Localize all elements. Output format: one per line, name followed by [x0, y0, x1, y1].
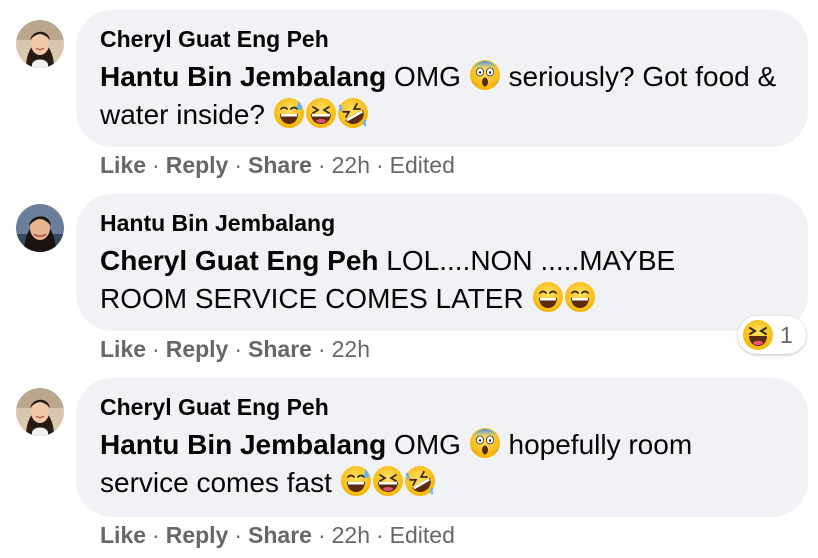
avatar[interactable] — [16, 204, 64, 252]
timestamp[interactable]: 22h — [332, 152, 370, 178]
reaction-summary[interactable]: 1 — [738, 316, 806, 354]
share-button[interactable]: Share — [248, 336, 312, 362]
rolling-laughing-icon — [337, 97, 369, 129]
grinning-squint-icon — [372, 465, 404, 497]
mention-link[interactable]: Hantu Bin Jembalang — [100, 61, 386, 92]
timestamp[interactable]: 22h — [332, 336, 370, 362]
grinning-sweat-icon — [340, 465, 372, 497]
grinning-squint-icon — [305, 97, 337, 129]
grinning-smile-icon — [564, 281, 596, 313]
comment-author[interactable]: Cheryl Guat Eng Peh — [100, 24, 780, 54]
like-button[interactable]: Like — [100, 336, 146, 362]
reply-button[interactable]: Reply — [166, 152, 229, 178]
screaming-face-icon — [469, 427, 501, 459]
avatar[interactable] — [16, 388, 64, 436]
comment-text-part: LOL....NON .....MAYBE — [386, 245, 676, 276]
edited-label[interactable]: Edited — [390, 522, 455, 548]
reaction-count: 1 — [780, 321, 793, 348]
reply-button[interactable]: Reply — [166, 336, 229, 362]
rolling-laughing-icon — [404, 465, 436, 497]
comment-author[interactable]: Hantu Bin Jembalang — [100, 208, 780, 238]
mention-link[interactable]: Cheryl Guat Eng Peh — [100, 245, 379, 276]
edited-label[interactable]: Edited — [390, 152, 455, 178]
comment-bubble: Cheryl Guat Eng Peh Hantu Bin Jembalang … — [76, 378, 808, 517]
comment-bubble: Cheryl Guat Eng Peh Hantu Bin Jembalang … — [76, 10, 808, 147]
comment-text-part: OMG — [394, 61, 461, 92]
comment-text-part: ROOM SERVICE COMES LATER — [100, 283, 524, 314]
mention-link[interactable]: Hantu Bin Jembalang — [100, 429, 386, 460]
avatar[interactable] — [16, 20, 64, 68]
screaming-face-icon — [469, 59, 501, 91]
comment-actions: Like · Reply · Share · 22h · Edited — [100, 522, 455, 548]
comment-text: Hantu Bin Jembalang OMG hopefully room s… — [100, 426, 780, 502]
reply-button[interactable]: Reply — [166, 522, 229, 548]
share-button[interactable]: Share — [248, 522, 312, 548]
haha-reaction-icon — [742, 319, 774, 351]
like-button[interactable]: Like — [100, 522, 146, 548]
comment-text-part: OMG — [394, 429, 461, 460]
grinning-smile-icon — [532, 281, 564, 313]
comment-author[interactable]: Cheryl Guat Eng Peh — [100, 392, 780, 422]
like-button[interactable]: Like — [100, 152, 146, 178]
comment-actions: Like · Reply · Share · 22h · Edited — [100, 152, 455, 178]
comment-text: Hantu Bin Jembalang OMG seriously? Got f… — [100, 58, 780, 134]
comment-actions: Like · Reply · Share · 22h — [100, 336, 370, 362]
comment-text: Cheryl Guat Eng Peh LOL....NON .....MAYB… — [100, 242, 780, 318]
share-button[interactable]: Share — [248, 152, 312, 178]
timestamp[interactable]: 22h — [332, 522, 370, 548]
grinning-sweat-icon — [273, 97, 305, 129]
comment-bubble: Hantu Bin Jembalang Cheryl Guat Eng Peh … — [76, 194, 808, 331]
